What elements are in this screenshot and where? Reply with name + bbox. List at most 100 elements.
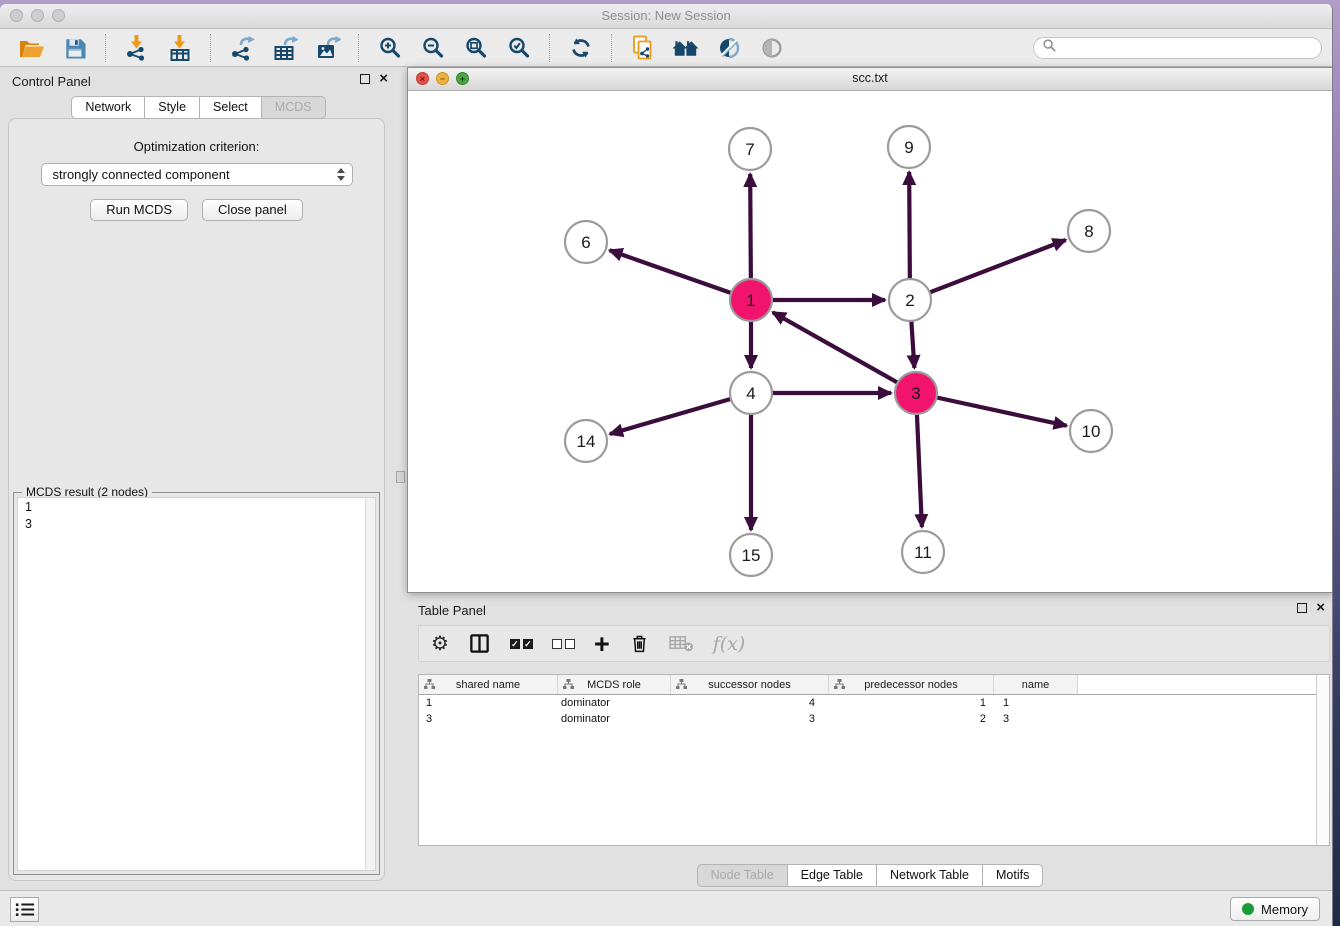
window-titlebar: Session: New Session [0, 4, 1332, 29]
graph-edge-3-11[interactable] [917, 413, 922, 527]
search-input[interactable] [1062, 40, 1313, 56]
toolbar-separator [549, 34, 550, 62]
table-cell: 2 [829, 713, 994, 725]
window-title: Session: New Session [0, 4, 1332, 28]
column-header-name[interactable]: name [994, 675, 1078, 694]
tab-node-table[interactable]: Node Table [697, 864, 788, 887]
optimization-criterion-dropdown[interactable]: strongly connected component [41, 163, 353, 186]
result-scrollbar[interactable] [365, 498, 375, 870]
table-cell: 1 [829, 697, 994, 709]
run-mcds-button[interactable]: Run MCDS [90, 199, 188, 221]
import-network-button[interactable] [123, 34, 150, 61]
memory-status-icon [1242, 903, 1254, 915]
close-panel-icon[interactable]: × [379, 73, 388, 85]
close-panel-icon[interactable]: × [1316, 602, 1325, 614]
unselect-all-columns-button[interactable] [552, 631, 575, 657]
clone-network-button[interactable] [629, 34, 656, 61]
mcds-result-box: MCDS result (2 nodes) 1 3 [13, 492, 380, 875]
network-traffic-lights: × − + [416, 72, 469, 85]
node-table: shared nameMCDS rolesuccessor nodesprede… [418, 674, 1330, 846]
task-history-button[interactable] [10, 897, 39, 922]
table-cell: 1 [994, 697, 1078, 709]
network-minimize-button[interactable]: − [436, 72, 449, 85]
graph-node-label-7: 7 [745, 140, 754, 159]
save-session-button[interactable] [61, 34, 88, 61]
table-toolbar: ⚙ ✓✓ + f(x) [418, 625, 1330, 662]
delete-column-button[interactable] [629, 631, 650, 657]
table-row[interactable]: 1dominator411 [419, 695, 1329, 711]
tab-network-table[interactable]: Network Table [876, 864, 983, 887]
graph-edge-2-8[interactable] [929, 240, 1066, 293]
tab-motifs[interactable]: Motifs [982, 864, 1043, 887]
graph-node-label-14: 14 [577, 432, 596, 451]
network-window-titlebar: × − + scc.txt [408, 68, 1332, 91]
export-image-button[interactable] [314, 34, 341, 61]
graph-edge-2-3[interactable] [911, 320, 914, 368]
export-network-button[interactable] [228, 34, 255, 61]
open-session-button[interactable] [18, 34, 45, 61]
graph-node-label-9: 9 [904, 138, 913, 157]
table-panel: Table Panel × ⚙ ✓✓ + f(x) shared nameMCD… [407, 596, 1333, 891]
tab-mcds[interactable]: MCDS [261, 96, 326, 119]
zoom-selected-button[interactable] [505, 34, 532, 61]
float-panel-icon[interactable] [1297, 603, 1307, 613]
panel-splitter-grip[interactable] [396, 471, 405, 483]
graph-node-label-3: 3 [911, 384, 920, 403]
column-header-predecessor-nodes[interactable]: predecessor nodes [829, 675, 994, 694]
column-header-shared-name[interactable]: shared name [419, 675, 558, 694]
select-all-columns-button[interactable]: ✓✓ [510, 631, 533, 657]
graph-node-label-2: 2 [905, 291, 914, 310]
tab-network[interactable]: Network [71, 96, 145, 119]
close-panel-button[interactable]: Close panel [202, 199, 303, 221]
mcds-tab-panel: Optimization criterion: strongly connect… [8, 118, 385, 881]
table-cell: 3 [419, 713, 558, 725]
network-maximize-button[interactable]: + [456, 72, 469, 85]
export-table-button[interactable] [271, 34, 298, 61]
network-graph: 7968124314101511 [408, 91, 1332, 593]
zoom-in-button[interactable] [376, 34, 403, 61]
show-columns-button[interactable] [468, 631, 491, 657]
float-panel-icon[interactable] [360, 74, 370, 84]
column-header-successor-nodes[interactable]: successor nodes [671, 675, 829, 694]
graph-node-label-4: 4 [746, 384, 755, 403]
table-cell: 3 [994, 713, 1078, 725]
network-close-button[interactable]: × [416, 72, 429, 85]
graph-edge-1-6[interactable] [610, 250, 733, 293]
function-builder-button-disabled: f(x) [713, 631, 746, 657]
graph-edge-1-7[interactable] [750, 174, 751, 280]
memory-button[interactable]: Memory [1230, 897, 1320, 921]
toolbar-separator [105, 34, 106, 62]
close-window-button[interactable] [10, 9, 23, 22]
table-cell: dominator [558, 713, 671, 725]
optimization-criterion-label: Optimization criterion: [9, 139, 384, 154]
mcds-result-area[interactable]: 1 3 [17, 497, 376, 871]
graph-node-label-11: 11 [914, 543, 932, 562]
graph-edge-3-1[interactable] [773, 312, 899, 383]
home-networks-button[interactable] [672, 34, 699, 61]
birds-eye-view-button[interactable] [758, 34, 785, 61]
graph-node-label-1: 1 [746, 291, 755, 310]
tab-edge-table[interactable]: Edge Table [787, 864, 877, 887]
column-header-MCDS-role[interactable]: MCDS role [558, 675, 671, 694]
search-box[interactable] [1033, 37, 1322, 59]
minimize-window-button[interactable] [31, 9, 44, 22]
hide-graphics-details-button[interactable] [715, 34, 742, 61]
graph-edge-2-9[interactable] [909, 172, 910, 280]
zoom-fit-button[interactable] [462, 34, 489, 61]
zoom-window-button[interactable] [52, 9, 65, 22]
apply-layout-button[interactable] [567, 34, 594, 61]
graph-edge-3-10[interactable] [936, 397, 1067, 425]
search-icon [1042, 38, 1057, 58]
control-panel-tabs: NetworkStyleSelectMCDS [0, 96, 397, 119]
zoom-out-button[interactable] [419, 34, 446, 61]
table-settings-button[interactable]: ⚙ [431, 631, 449, 657]
create-column-button[interactable]: + [594, 631, 610, 657]
tab-select[interactable]: Select [199, 96, 262, 119]
table-scrollbar[interactable] [1316, 675, 1329, 845]
table-panel-tabs: Node TableEdge TableNetwork TableMotifs [407, 864, 1333, 887]
graph-edge-4-14[interactable] [610, 399, 732, 434]
tab-style[interactable]: Style [144, 96, 200, 119]
table-row[interactable]: 3dominator323 [419, 711, 1329, 727]
network-canvas[interactable]: 7968124314101511 [408, 91, 1332, 593]
import-table-button[interactable] [166, 34, 193, 61]
